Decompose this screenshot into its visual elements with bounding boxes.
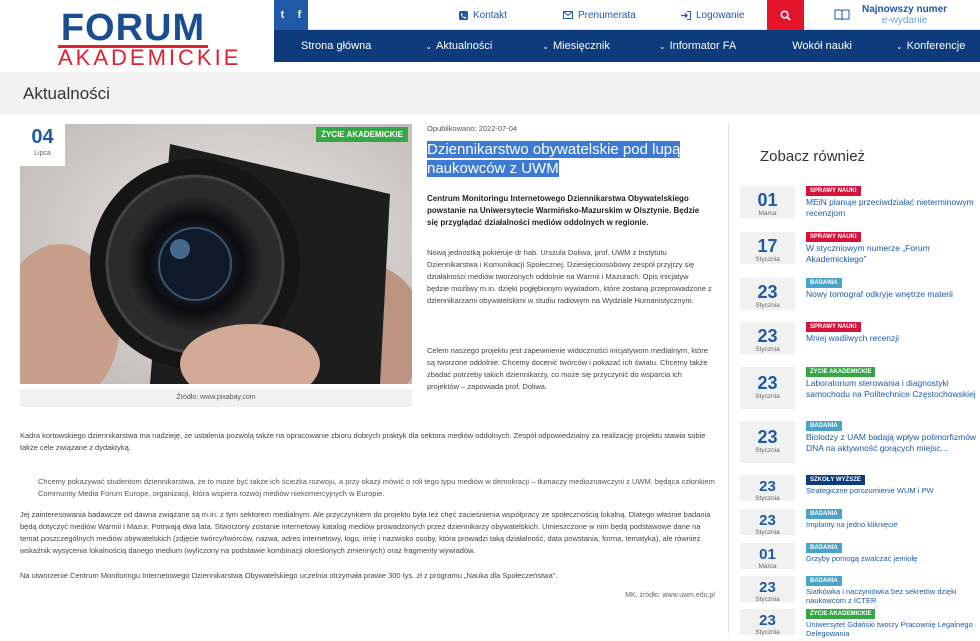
related-date: 23 Stycznia (740, 475, 795, 502)
related-title: Implanty na jedno kliknięcie (806, 520, 898, 529)
chevron-down-icon: ⌄ (658, 42, 666, 51)
related-title: Nowy tomograf odkryje wnętrze materii (806, 289, 953, 299)
phone-icon (459, 10, 468, 20)
contact-label: Kontakt (473, 9, 507, 21)
chevron-down-icon: ⌄ (542, 42, 549, 51)
related-tag: BADANIA (806, 509, 842, 519)
related-date: 23 Stycznia (740, 421, 795, 463)
related-date: 23 Stycznia (740, 367, 795, 409)
article-source: MK, źródło: www.uwm.edu.pl (625, 592, 715, 599)
related-date: 23 Stycznia (740, 609, 795, 636)
related-date: 01 Marca (740, 543, 795, 570)
related-tag: BADANIA (806, 576, 842, 586)
subscription-link[interactable]: Prenumerata (563, 0, 636, 30)
nav-item-home[interactable]: Strona główna (274, 40, 371, 52)
related-tag: SPRAWY NAUKI (806, 186, 861, 196)
login-icon (681, 10, 691, 20)
article-day: 04 (31, 126, 54, 148)
twitter-icon[interactable]: t (281, 9, 285, 21)
related-date: 23 Stycznia (740, 322, 795, 354)
related-date: 01 Marca (740, 186, 795, 218)
article-paragraph: Nową jednostką pokieruje dr hab. Urszula… (427, 248, 712, 305)
related-title: Mniej wadliwych recenzji (806, 333, 900, 343)
article-paragraph: Kadra kortowskiego dziennikarstwa ma nad… (20, 431, 706, 452)
article-month: Lipca (34, 150, 51, 157)
related-tag: SPRAWY NAUKI (806, 322, 861, 332)
related-date: 23 Stycznia (740, 278, 795, 310)
related-title: Uniwersytet Gdański tworzy Pracownię Leg… (806, 620, 973, 638)
site-logo[interactable]: FORUM AKADEMICKIE (58, 7, 242, 70)
nav-item-informator[interactable]: ⌄ Informator FA (610, 40, 736, 52)
login-label: Logowanie (696, 9, 745, 21)
site-header: FORUM AKADEMICKIE t f Kontakt Prenumerat… (0, 0, 980, 72)
latest-issue-link[interactable]: Najnowszy numer e-wydanie (804, 0, 980, 30)
image-caption: Źródło: www.pixabay.com (20, 389, 412, 407)
related-title: Siatkówka i naczyniówka bez sekretów dzi… (806, 587, 957, 605)
related-tag: SZKOŁY WYŻSZE (806, 475, 865, 485)
search-button[interactable] (767, 0, 804, 30)
related-title: Biolodzy z UAM badają wpływ polimorfizmó… (806, 432, 977, 453)
top-bar: t f Kontakt Prenumerata Logowanie Najnow… (274, 0, 980, 30)
nav-item-around-science[interactable]: Wokół nauki (736, 40, 852, 52)
mail-icon (563, 11, 573, 19)
related-tag: BADANIA (806, 421, 842, 431)
search-icon (780, 9, 791, 21)
article-date: 04 Lipca (20, 124, 65, 166)
related-date: 17 Stycznia (740, 232, 795, 264)
facebook-icon[interactable]: f (298, 9, 302, 21)
main-navigation: Strona główna ⌄ Aktualności ⌄ Miesięcznik … (274, 30, 980, 62)
chevron-down-icon: ⌄ (425, 42, 433, 51)
sidebar-divider (728, 124, 729, 634)
related-date: 23 Stycznia (740, 576, 795, 603)
related-tag: BADANIA (806, 543, 842, 553)
chevron-down-icon: ⌄ (895, 42, 903, 51)
login-link[interactable]: Logowanie (681, 0, 744, 30)
article-image: ŻYCIE AKADEMICKIE (20, 124, 412, 384)
related-tag: ŻYCIE AKADEMICKIE (806, 609, 876, 619)
article-lead: Centrum Monitoringu Internetowego Dzienn… (427, 194, 700, 227)
sidebar-heading: Zobacz również (760, 148, 866, 165)
article-paragraph: Na utworzenie Centrum Monitoringu Intern… (20, 571, 558, 580)
related-title: Laboratorium sterowania i diagnostyki sa… (806, 378, 976, 399)
related-title: Grzyby pomogą zwalczać jemiołę (806, 554, 918, 563)
page-title-strip: Aktualności (0, 72, 980, 114)
subscription-label: Prenumerata (578, 9, 636, 21)
published-date: Opublikowano: 2022-07-04 (427, 124, 518, 133)
camera-photo-illustration (20, 124, 412, 384)
book-icon (834, 9, 850, 21)
logo-line1: FORUM (60, 7, 206, 49)
social-links: t f (274, 0, 308, 30)
related-title: W styczniowym numerze „Forum Akademickie… (806, 243, 930, 264)
related-title: MEiN planuje przeciwdziałać nieterminowy… (806, 197, 974, 218)
latest-issue-subtitle: e-wydanie (881, 15, 928, 26)
article-title: Dziennikarstwo obywatelskie pod lupą nau… (427, 140, 712, 178)
article-paragraph: Celem naszego projektu jest zapewnienie … (427, 346, 708, 391)
related-tag: ŻYCIE AKADEMICKIE (806, 367, 876, 377)
related-date: 23 Stycznia (740, 509, 795, 536)
logo-line2: AKADEMICKIE (58, 45, 242, 70)
latest-issue-title: Najnowszy numer (862, 4, 948, 15)
article-paragraph: Jej zainteresowania badawcze od dawna zw… (20, 510, 711, 555)
related-tag: BADANIA (806, 278, 842, 288)
page-title: Aktualności (23, 84, 110, 103)
category-badge[interactable]: ŻYCIE AKADEMICKIE (316, 127, 408, 142)
related-title: Strategiczne porozumienie WUM i PW (806, 486, 934, 495)
contact-link[interactable]: Kontakt (459, 0, 507, 30)
nav-item-news[interactable]: ⌄ Aktualności (371, 40, 492, 52)
article-quote: Chcemy pokazywać studentom dziennikarstw… (38, 477, 715, 498)
related-tag: SPRAWY NAUKI (806, 232, 861, 242)
nav-item-monthly[interactable]: ⌄ Miesięcznik (492, 40, 610, 52)
article-title-text: Dziennikarstwo obywatelskie pod lupą nau… (427, 141, 681, 177)
nav-item-conferences[interactable]: ⌄ Konferencje (852, 40, 965, 52)
